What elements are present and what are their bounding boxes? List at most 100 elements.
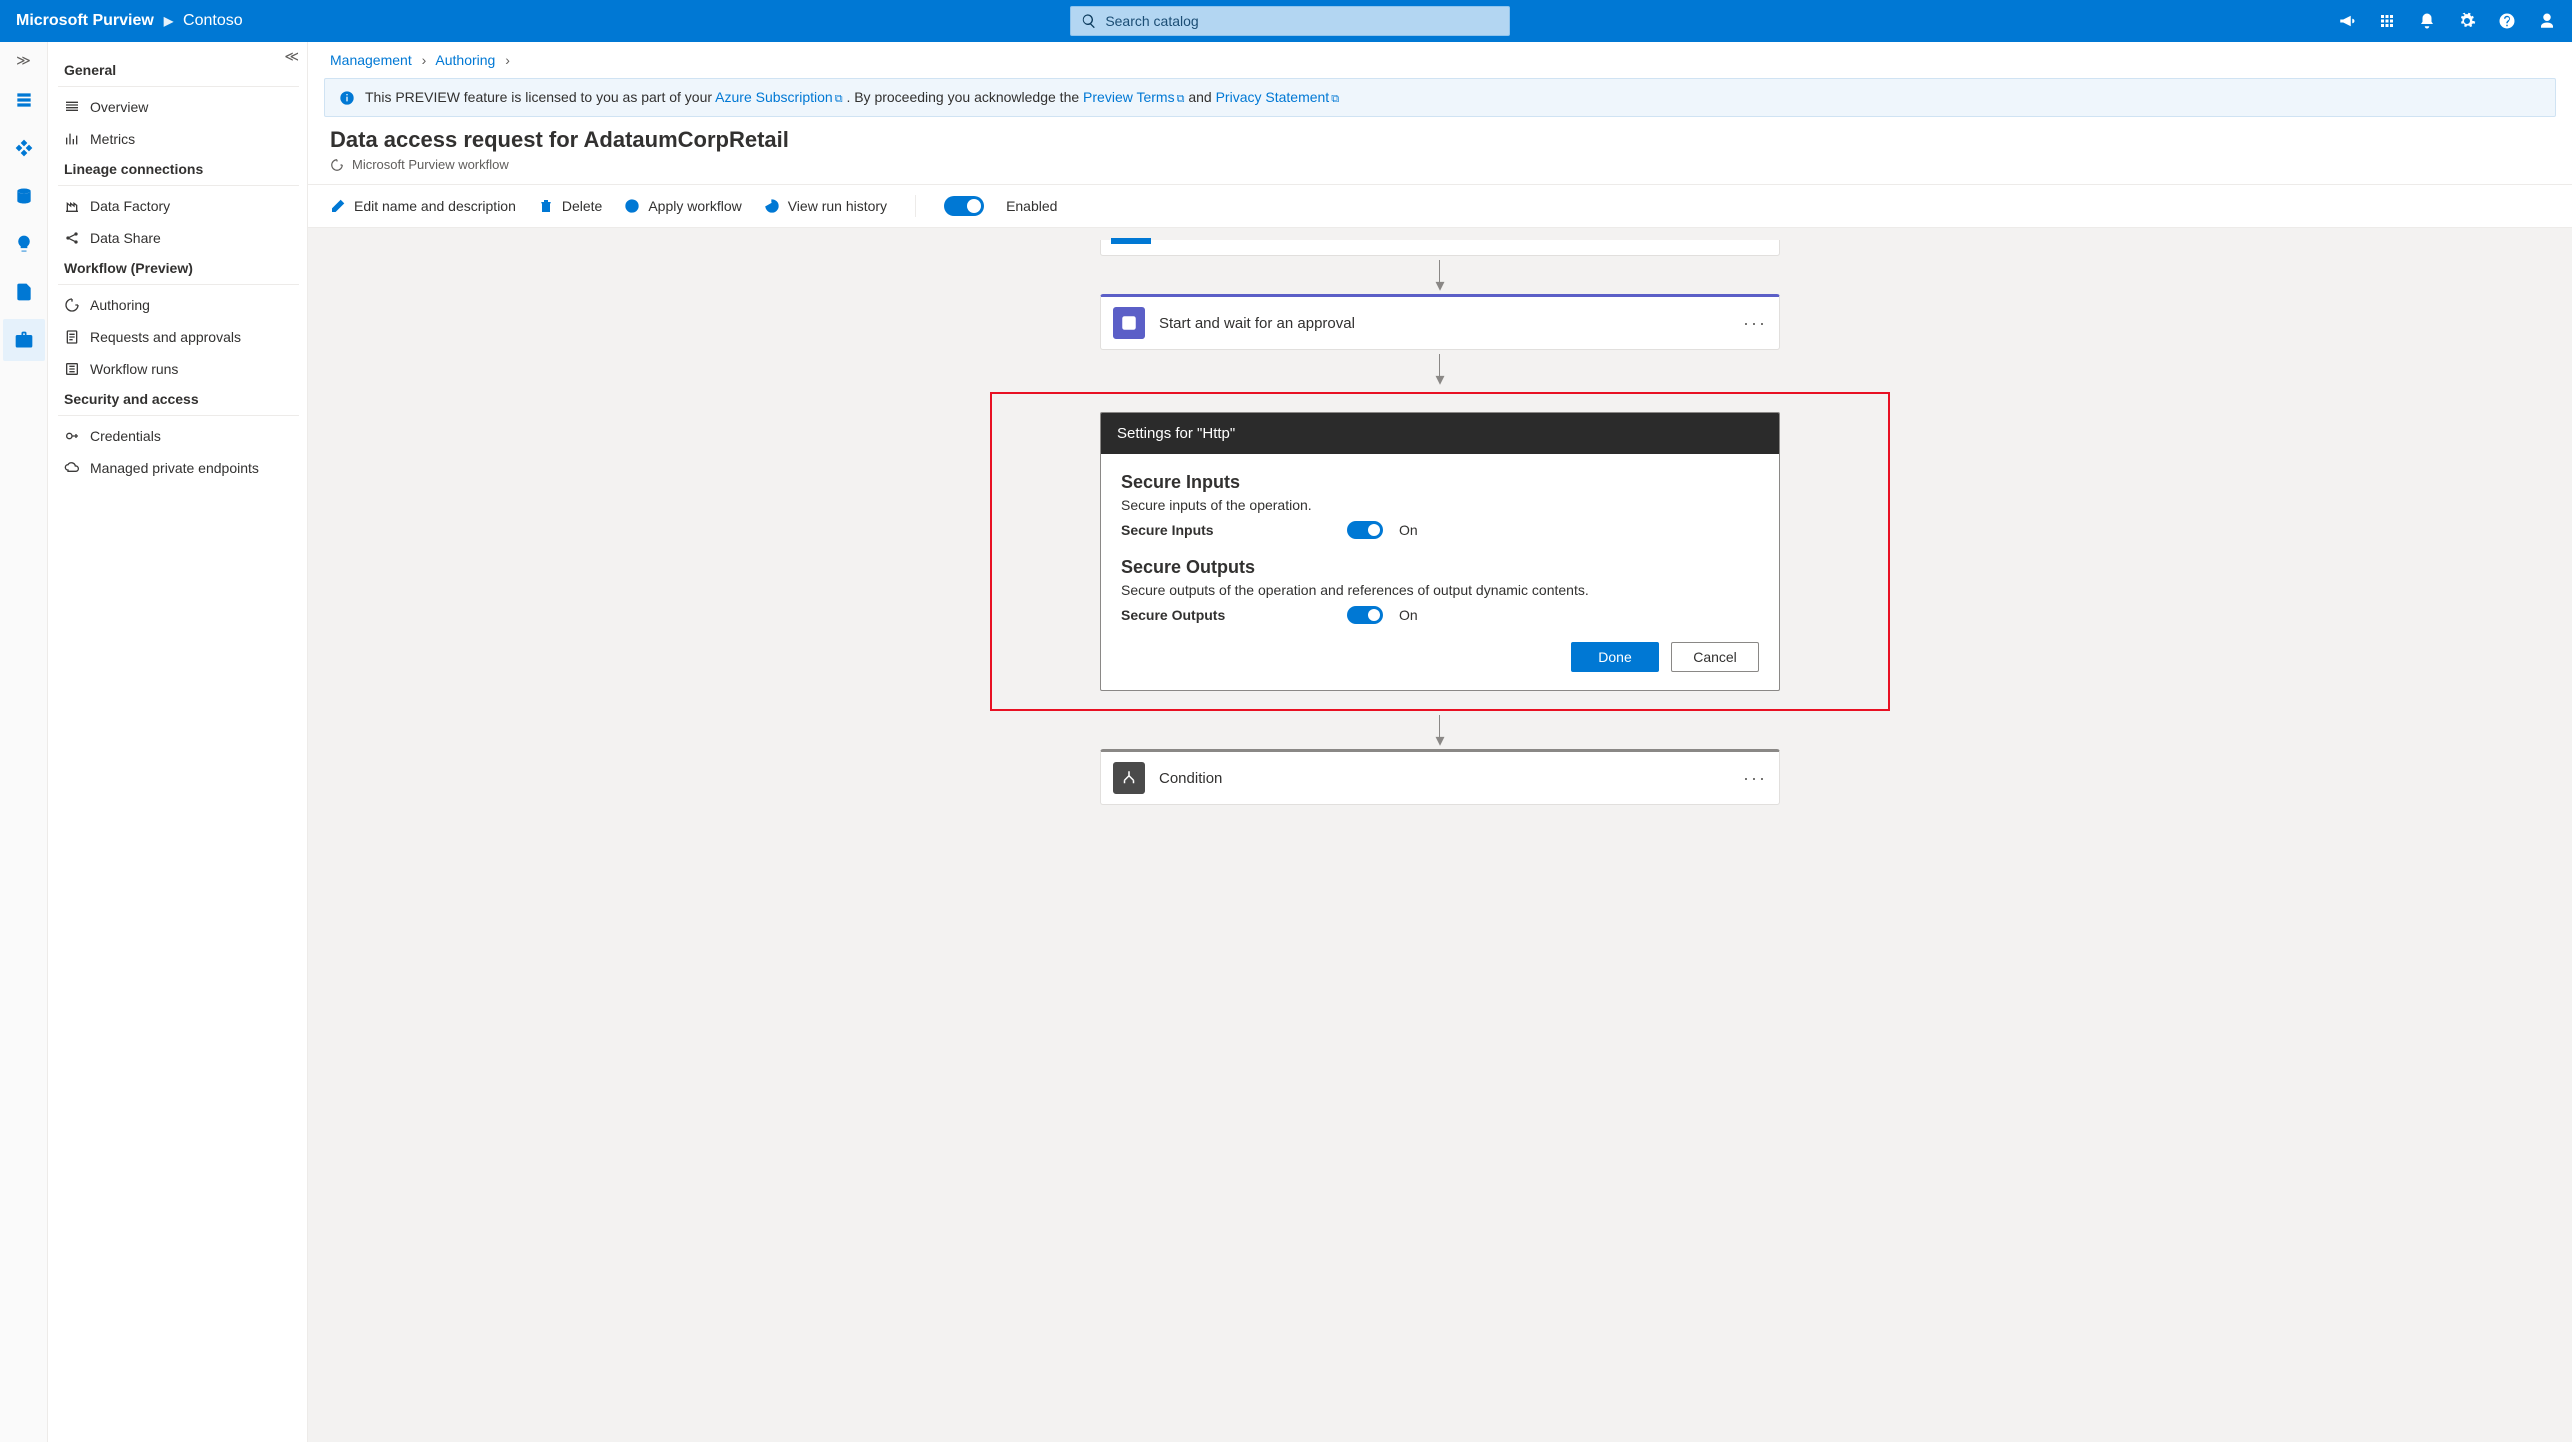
- secure-outputs-title: Secure Outputs: [1121, 557, 1759, 578]
- flow-connector: ▾: [1435, 260, 1444, 290]
- sidebar-item-label: Data Share: [90, 230, 161, 246]
- sp-group-general: General: [58, 56, 299, 84]
- flow-connector: ▾: [1435, 715, 1444, 745]
- sidebar-item-metrics[interactable]: Metrics: [58, 123, 299, 155]
- sidebar-item-authoring[interactable]: Authoring: [58, 289, 299, 321]
- secure-outputs-toggle[interactable]: [1347, 606, 1383, 624]
- help-icon[interactable]: [2498, 12, 2516, 30]
- search-input[interactable]: [1105, 13, 1499, 29]
- main-area: Management › Authoring › This PREVIEW fe…: [308, 42, 2572, 1442]
- breadcrumb-authoring[interactable]: Authoring: [435, 52, 495, 68]
- secure-inputs-toggle[interactable]: [1347, 521, 1383, 539]
- settings-header: Settings for "Http": [1101, 413, 1779, 454]
- sidebar-item-data-share[interactable]: Data Share: [58, 222, 299, 254]
- workflow-canvas[interactable]: ▾ Start and wait for an approval ··· ▾ S…: [308, 228, 2572, 1442]
- flow-connector: ▾: [1435, 354, 1444, 384]
- condition-icon: [1113, 762, 1145, 794]
- divider: [58, 415, 299, 416]
- step-menu-button[interactable]: ···: [1743, 313, 1767, 334]
- sidebar-item-label: Metrics: [90, 131, 135, 147]
- arrow-down-icon: ▾: [1435, 280, 1444, 290]
- rail-item-map[interactable]: [3, 127, 45, 169]
- banner-text: and: [1188, 89, 1215, 105]
- sidebar-item-label: Workflow runs: [90, 361, 178, 377]
- condition-step-card[interactable]: Condition ···: [1100, 749, 1780, 805]
- secure-outputs-state: On: [1399, 607, 1418, 623]
- divider: [58, 185, 299, 186]
- approval-step-card[interactable]: Start and wait for an approval ···: [1100, 294, 1780, 350]
- chevron-right-icon: ▶: [164, 14, 173, 28]
- done-button[interactable]: Done: [1571, 642, 1659, 672]
- apply-workflow-button[interactable]: Apply workflow: [624, 198, 741, 214]
- edit-name-button[interactable]: Edit name and description: [330, 198, 516, 214]
- gear-icon[interactable]: [2458, 12, 2476, 30]
- sidepanel-collapse-icon[interactable]: ≪: [284, 48, 299, 65]
- command-bar: Edit name and description Delete Apply w…: [308, 184, 2572, 228]
- divider: [915, 195, 916, 217]
- approval-icon: [1113, 307, 1145, 339]
- highlight-box: Settings for "Http" Secure Inputs Secure…: [990, 392, 1890, 711]
- sidebar-item-overview[interactable]: Overview: [58, 91, 299, 123]
- previous-step-stub[interactable]: [1100, 240, 1780, 256]
- top-bar: Microsoft Purview ▶ Contoso: [0, 0, 2572, 42]
- breadcrumb: Management › Authoring ›: [308, 42, 2572, 78]
- rail-item-sources[interactable]: [3, 79, 45, 121]
- divider: [58, 284, 299, 285]
- info-icon: [339, 90, 355, 106]
- sp-group-security: Security and access: [58, 385, 299, 413]
- cancel-button[interactable]: Cancel: [1671, 642, 1759, 672]
- search-box[interactable]: [1070, 6, 1510, 36]
- external-link-icon: ⧉: [835, 93, 843, 105]
- link-azure-subscription[interactable]: Azure Subscription⧉: [715, 89, 842, 105]
- sidebar-item-managed-endpoints[interactable]: Managed private endpoints: [58, 452, 299, 484]
- link-preview-terms[interactable]: Preview Terms⧉: [1083, 89, 1184, 105]
- enabled-toggle[interactable]: [944, 196, 984, 216]
- condition-step-title: Condition: [1159, 770, 1729, 787]
- top-icons: [2338, 12, 2556, 30]
- sp-group-lineage: Lineage connections: [58, 155, 299, 183]
- sidebar-item-credentials[interactable]: Credentials: [58, 420, 299, 452]
- step-menu-button[interactable]: ···: [1743, 768, 1767, 789]
- rail-expand-icon[interactable]: ≫: [16, 52, 31, 69]
- sidebar-item-label: Managed private endpoints: [90, 460, 259, 476]
- view-run-history-button[interactable]: View run history: [764, 198, 887, 214]
- external-link-icon: ⧉: [1331, 93, 1339, 105]
- user-icon[interactable]: [2538, 12, 2556, 30]
- arrow-down-icon: ▾: [1435, 735, 1444, 745]
- left-rail: ≫: [0, 42, 48, 1442]
- apps-icon[interactable]: [2378, 12, 2396, 30]
- bell-icon[interactable]: [2418, 12, 2436, 30]
- rail-item-management[interactable]: [3, 319, 45, 361]
- sidebar-item-data-factory[interactable]: Data Factory: [58, 190, 299, 222]
- sidebar-item-label: Overview: [90, 99, 148, 115]
- link-privacy-statement[interactable]: Privacy Statement⧉: [1216, 89, 1339, 105]
- workflow-icon: [330, 158, 344, 172]
- page-header: Data access request for AdataumCorpRetai…: [308, 117, 2572, 176]
- chevron-right-icon: ›: [505, 52, 510, 68]
- sidebar-item-label: Data Factory: [90, 198, 170, 214]
- approval-step-title: Start and wait for an approval: [1159, 315, 1729, 332]
- external-link-icon: ⧉: [1177, 93, 1185, 105]
- banner-text: This PREVIEW feature is licensed to you …: [365, 89, 715, 105]
- delete-button[interactable]: Delete: [538, 198, 602, 214]
- rail-item-insights[interactable]: [3, 223, 45, 265]
- sidebar-item-label: Requests and approvals: [90, 329, 241, 345]
- secure-outputs-desc: Secure outputs of the operation and refe…: [1121, 582, 1759, 598]
- sidebar-item-requests[interactable]: Requests and approvals: [58, 321, 299, 353]
- brand: Microsoft Purview ▶ Contoso: [16, 12, 243, 30]
- arrow-down-icon: ▾: [1435, 374, 1444, 384]
- search-icon: [1081, 13, 1097, 29]
- preview-banner: This PREVIEW feature is licensed to you …: [324, 78, 2556, 117]
- rail-item-data[interactable]: [3, 175, 45, 217]
- secure-inputs-title: Secure Inputs: [1121, 472, 1759, 493]
- megaphone-icon[interactable]: [2338, 12, 2356, 30]
- tenant-name[interactable]: Contoso: [183, 12, 243, 30]
- secure-inputs-desc: Secure inputs of the operation.: [1121, 497, 1759, 513]
- secure-inputs-state: On: [1399, 522, 1418, 538]
- sidebar-item-workflow-runs[interactable]: Workflow runs: [58, 353, 299, 385]
- secure-outputs-label: Secure Outputs: [1121, 607, 1331, 623]
- breadcrumb-management[interactable]: Management: [330, 52, 412, 68]
- http-settings-card: Settings for "Http" Secure Inputs Secure…: [1100, 412, 1780, 691]
- product-name: Microsoft Purview: [16, 12, 154, 30]
- rail-item-policy[interactable]: [3, 271, 45, 313]
